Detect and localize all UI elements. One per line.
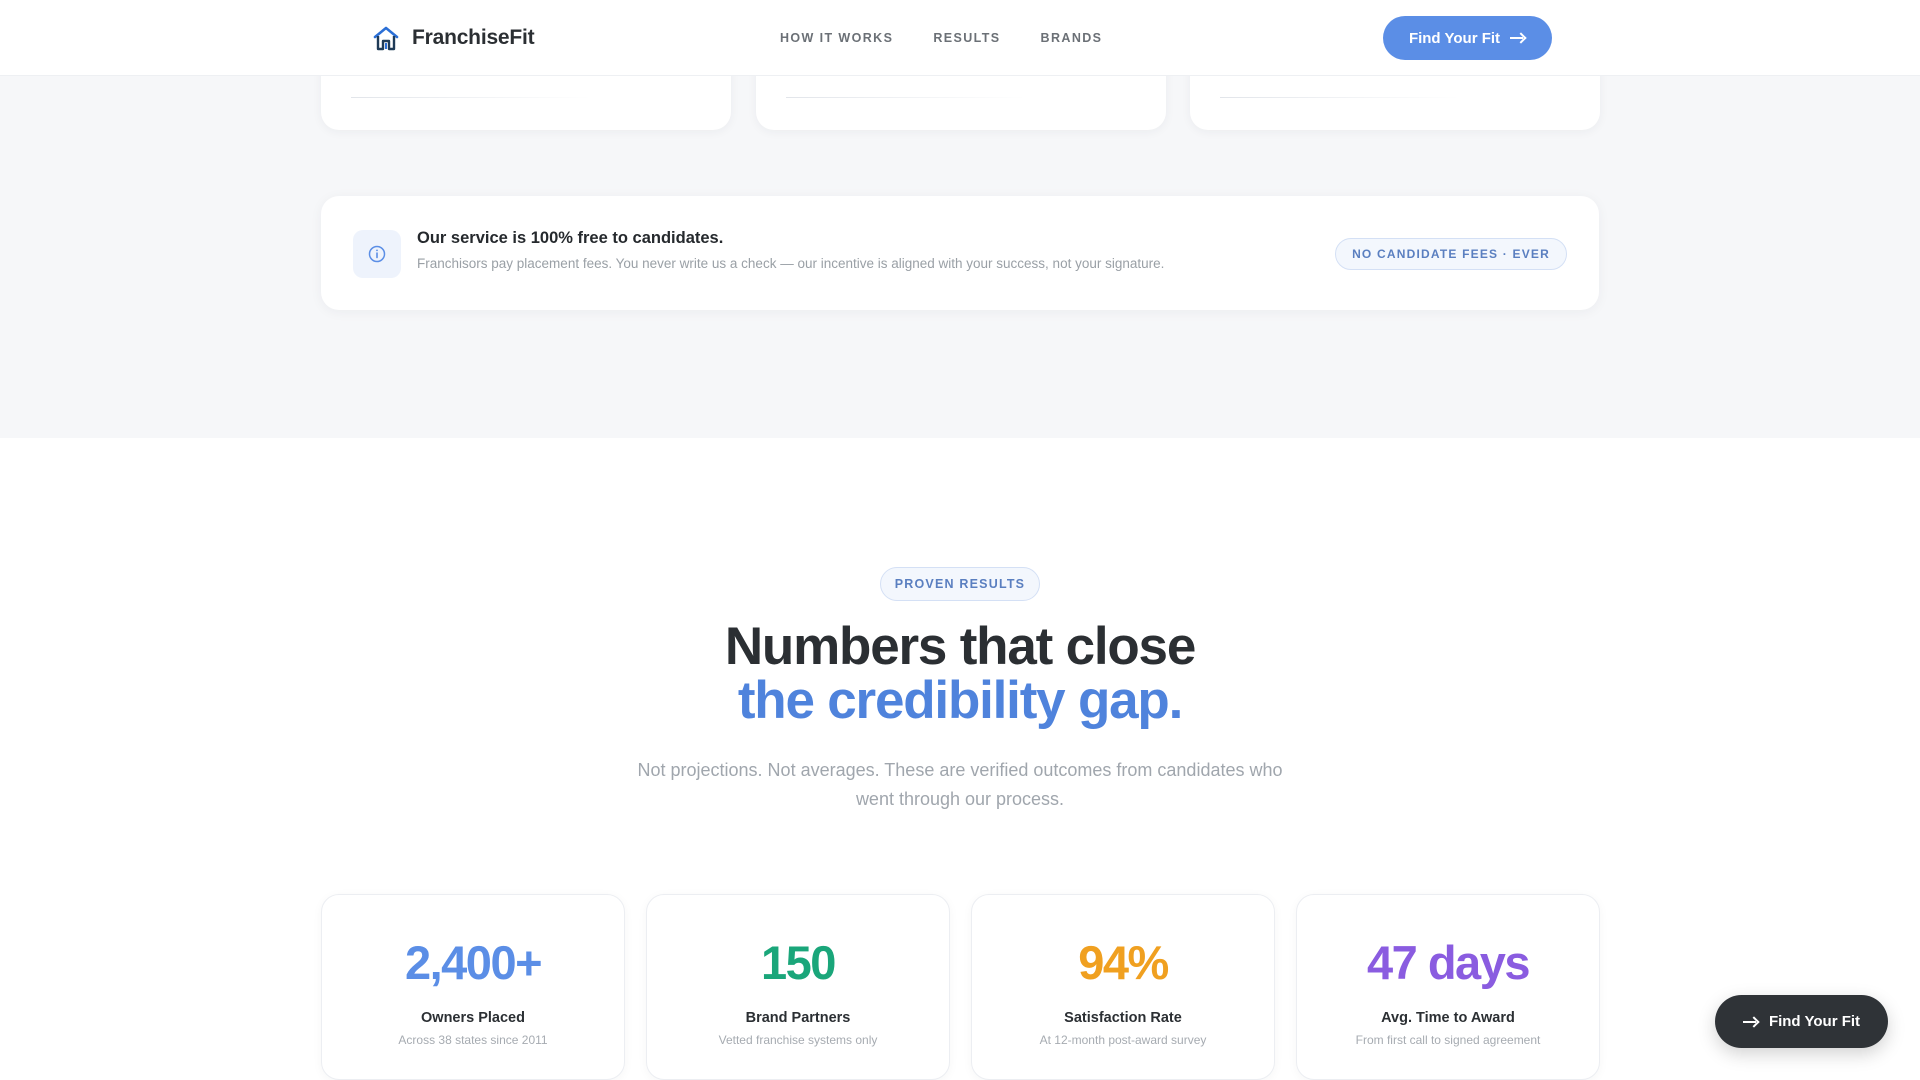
stat-label: Satisfaction Rate (1064, 1010, 1182, 1026)
stat-card-brand-partners: 150 Brand Partners Vetted franchise syst… (646, 894, 950, 1080)
stat-subtext: Vetted franchise systems only (718, 1033, 878, 1047)
free-service-notice: Our service is 100% free to candidates. … (321, 196, 1599, 310)
find-your-fit-label: Find Your Fit (1408, 29, 1501, 47)
headline-line-1: Numbers that close (724, 617, 1196, 676)
stat-card-satisfaction-rate: 94% Satisfaction Rate At 12-month post-a… (971, 894, 1275, 1080)
stat-value: 47 days (1367, 936, 1530, 989)
stat-label: Brand Partners (745, 1010, 851, 1026)
stat-label: Avg. Time to Award (1381, 1010, 1515, 1026)
floating-cta-label: Find Your Fit (1768, 1013, 1861, 1030)
info-icon (353, 230, 401, 278)
proven-results-eyebrow: PROVEN RESULTS (880, 567, 1040, 601)
results-subcopy: Not projections. Not averages. These are… (637, 760, 1283, 809)
headline-line-2: the credibility gap. (737, 671, 1183, 730)
no-fees-badge: NO CANDIDATE FEES · EVER (1335, 238, 1567, 270)
card-divider (1220, 97, 1460, 98)
brand-name: FranchiseFit (412, 26, 535, 49)
site-header: FranchiseFit HOW IT WORKS RESULTS BRANDS… (0, 0, 1920, 76)
floating-find-your-fit-button[interactable]: Find Your Fit (1715, 995, 1888, 1048)
stat-subtext: At 12-month post-award survey (1039, 1033, 1207, 1047)
brand-logo[interactable]: FranchiseFit (372, 24, 535, 52)
main-nav: HOW IT WORKS RESULTS BRANDS (780, 0, 1102, 76)
house-icon (373, 26, 399, 51)
arrow-right-icon (1742, 1017, 1759, 1027)
stat-subtext: Across 38 states since 2011 (398, 1033, 548, 1047)
stat-value: 2,400+ (404, 936, 543, 989)
notice-description: Franchisors pay placement fees. You neve… (417, 256, 1165, 271)
stat-card-time-to-award: 47 days Avg. Time to Award From first ca… (1296, 894, 1600, 1080)
stat-card-owners-placed: 2,400+ Owners Placed Across 38 states si… (321, 894, 625, 1080)
card-divider (786, 97, 1026, 98)
nav-how-it-works[interactable]: HOW IT WORKS (780, 31, 893, 45)
results-headline: Numbers that close the credibility gap. (0, 620, 1920, 728)
arrow-right-icon (1510, 33, 1526, 43)
nav-brands[interactable]: BRANDS (1041, 31, 1103, 45)
card-divider (351, 97, 591, 98)
nav-results[interactable]: RESULTS (933, 31, 1000, 45)
stat-subtext: From first call to signed agreement (1355, 1033, 1541, 1047)
find-your-fit-button[interactable]: Find Your Fit (1383, 16, 1552, 60)
stat-value: 94% (1078, 936, 1169, 989)
stat-label: Owners Placed (421, 1010, 525, 1026)
notice-title: Our service is 100% free to candidates. (417, 229, 724, 247)
stat-value: 150 (761, 936, 836, 989)
